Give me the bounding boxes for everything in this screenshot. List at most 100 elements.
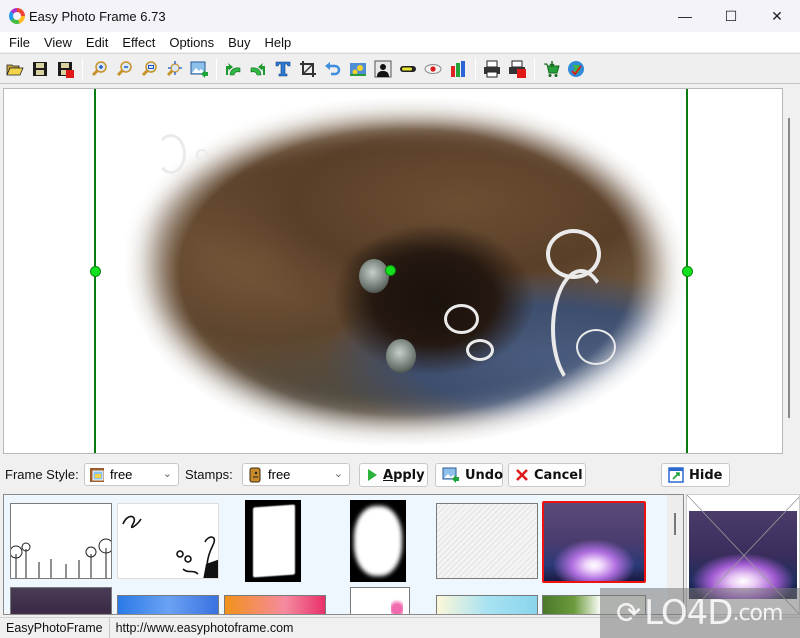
undo-toolbar-button[interactable] (321, 57, 345, 81)
frame-thumbnail-list (3, 494, 684, 615)
save-button[interactable] (28, 57, 52, 81)
zoom-in-icon (91, 60, 107, 76)
undo-button[interactable]: Undo (435, 463, 503, 487)
toolbar (0, 53, 800, 84)
watermark-text: LO4D (644, 593, 733, 633)
play-arrow-icon (366, 468, 378, 482)
frame-style-select[interactable]: free ⌄ (84, 463, 179, 486)
zoom-out-icon (116, 60, 132, 76)
status-url: http://www.easyphotoframe.com (115, 621, 294, 635)
print-button[interactable] (480, 57, 504, 81)
thumbnail-blue-bokeh-frame[interactable] (117, 595, 219, 614)
thumbnail-pink-flower-frame[interactable] (350, 587, 410, 614)
menu-edit[interactable]: Edit (79, 35, 115, 50)
menu-bar: File View Edit Effect Options Buy Help (0, 32, 800, 52)
levels-button[interactable] (446, 57, 470, 81)
toolbar-separator (475, 57, 476, 80)
cloud-mask-shape (354, 506, 402, 576)
menu-options[interactable]: Options (162, 35, 221, 50)
canvas-scrollbar-thumb[interactable] (788, 118, 790, 418)
frame-style-value: free (110, 467, 133, 482)
apply-button[interactable]: Apply (359, 463, 428, 487)
resize-handle-left[interactable] (90, 266, 101, 277)
thumbnail-orange-pink-frame[interactable] (224, 595, 326, 614)
dandelion-graphic (11, 538, 111, 578)
move-button[interactable] (162, 57, 186, 81)
center-handle[interactable] (385, 265, 396, 276)
brightness-button[interactable] (396, 57, 420, 81)
hide-button[interactable]: Hide (661, 463, 730, 487)
title-bar: Easy Photo Frame 6.73 — ☐ ✕ (0, 0, 800, 32)
website-button[interactable] (564, 57, 588, 81)
photo-icon (350, 62, 366, 76)
zoom-in-button[interactable] (87, 57, 111, 81)
thumbnail-swirl-frame[interactable] (117, 503, 219, 579)
photo-canvas[interactable] (3, 88, 783, 454)
status-app-name: EasyPhotoFrame (0, 617, 110, 638)
thumbnail-paper-texture-frame[interactable] (436, 503, 538, 579)
chevron-down-icon: ⌄ (333, 468, 343, 480)
shopping-cart-icon (544, 60, 560, 77)
canvas-scrollbar[interactable] (783, 88, 797, 454)
text-icon (275, 61, 291, 76)
photo-effect-button[interactable] (346, 57, 370, 81)
cancel-button[interactable]: Cancel (508, 463, 586, 487)
zoom-out-button[interactable] (112, 57, 136, 81)
red-eye-icon (424, 63, 442, 74)
thumbnail-torn-edge-frame[interactable] (245, 500, 301, 582)
minimize-button[interactable]: — (662, 0, 708, 32)
resize-handle-right[interactable] (682, 266, 693, 277)
thumbnail-aurora-frame[interactable] (542, 501, 646, 583)
swirl-decoration (196, 149, 208, 161)
menu-help[interactable]: Help (258, 35, 299, 50)
zoom-fit-icon (141, 60, 157, 76)
menu-file[interactable]: File (2, 35, 37, 50)
close-button[interactable]: ✕ (754, 0, 800, 32)
thumbnail-dark-purple-frame[interactable] (10, 587, 112, 614)
silhouette-button[interactable] (371, 57, 395, 81)
photo-eye (386, 339, 416, 373)
menu-view[interactable]: View (37, 35, 79, 50)
frame-style-label: Frame Style: (5, 467, 79, 482)
open-folder-icon (6, 64, 24, 75)
menu-effect[interactable]: Effect (115, 35, 162, 50)
save-as-icon (58, 61, 74, 78)
toolbar-separator (216, 57, 217, 80)
swirl-decoration (156, 134, 186, 174)
rotate-right-button[interactable] (246, 57, 270, 81)
text-button[interactable] (271, 57, 295, 81)
levels-icon (451, 60, 465, 77)
thumbnail-scrollbar-thumb[interactable] (674, 513, 676, 535)
photo-eye (359, 259, 389, 293)
menu-buy[interactable]: Buy (221, 35, 257, 50)
red-eye-button[interactable] (421, 57, 445, 81)
hide-label: Hide (689, 467, 723, 483)
crop-button[interactable] (296, 57, 320, 81)
stamps-select[interactable]: free ⌄ (242, 463, 350, 486)
buy-button[interactable] (539, 57, 563, 81)
print-setup-button[interactable] (505, 57, 529, 81)
maximize-button[interactable]: ☐ (708, 0, 754, 32)
rotate-right-icon (250, 62, 265, 75)
lo4d-watermark: ⟳ LO4D .com (600, 588, 800, 638)
move-icon (166, 60, 182, 76)
crop-icon (300, 60, 316, 77)
thumbnail-cloud-mask-frame[interactable] (350, 500, 406, 582)
frame-style-icon (90, 467, 104, 482)
open-button[interactable] (3, 57, 27, 81)
save-icon (33, 61, 47, 76)
zoom-fit-button[interactable] (137, 57, 161, 81)
thumbnail-sky-frame[interactable] (436, 595, 538, 614)
save-as-button[interactable] (53, 57, 77, 81)
print-icon (484, 60, 500, 77)
import-image-button[interactable] (187, 57, 211, 81)
undo-label: Undo (465, 467, 504, 483)
stamps-value: free (268, 467, 291, 482)
thumbnail-dandelion-frame[interactable] (10, 503, 112, 579)
cancel-x-icon (515, 468, 529, 482)
chevron-down-icon: ⌄ (162, 468, 172, 480)
rotate-left-button[interactable] (221, 57, 245, 81)
undo-image-icon (442, 467, 460, 483)
apply-label: Apply (383, 467, 425, 483)
pink-flower-shape (391, 594, 403, 614)
